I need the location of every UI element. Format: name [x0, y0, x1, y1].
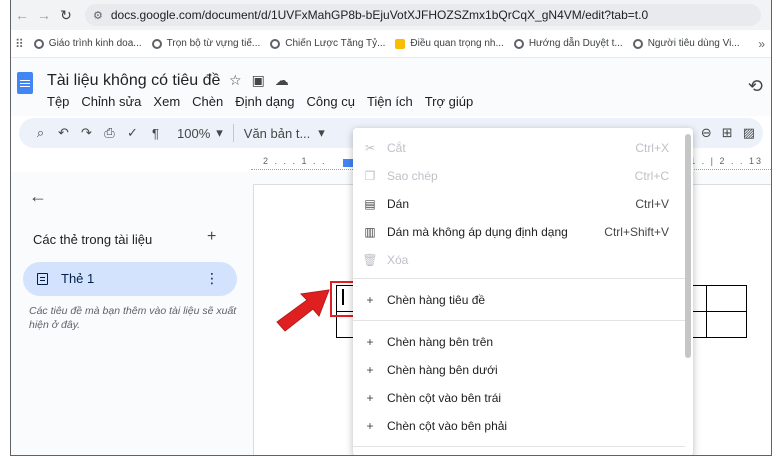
- insert-link-icon[interactable]: ⊖: [701, 125, 712, 141]
- globe-icon: [513, 38, 524, 49]
- bookmark-item[interactable]: Giáo trình kinh doa...: [33, 38, 142, 49]
- url-text: docs.google.com/document/d/1UVFxMahGP8b-…: [110, 8, 649, 22]
- menu-edit[interactable]: Chỉnh sửa: [81, 94, 141, 109]
- menu-item-insert-row-below[interactable]: + Chèn hàng bên dưới: [353, 356, 685, 384]
- trash-icon: 🗑: [362, 253, 378, 267]
- move-folder-icon[interactable]: ▣: [252, 72, 265, 89]
- more-bookmarks-icon[interactable]: »: [758, 37, 771, 51]
- menu-file[interactable]: Tệp: [47, 94, 69, 109]
- menu-item-copy[interactable]: ❐ Sao chép Ctrl+C: [353, 162, 685, 190]
- redo-icon[interactable]: ↷: [75, 125, 98, 141]
- toolbar-divider: [232, 124, 234, 142]
- reload-icon[interactable]: ↻: [55, 7, 77, 24]
- document-title[interactable]: Tài liệu không có tiêu đề: [47, 72, 220, 90]
- zoom-select[interactable]: 100% ▾: [177, 125, 223, 141]
- docs-logo-icon[interactable]: [17, 72, 33, 94]
- menu-divider: [353, 278, 685, 279]
- menu-insert[interactable]: Chèn: [192, 94, 223, 109]
- table-cell[interactable]: [706, 285, 747, 312]
- menu-item-insert-header-row[interactable]: + Chèn hàng tiêu đề: [353, 286, 685, 314]
- tab-item-1[interactable]: Thẻ 1 ⋮: [23, 262, 237, 296]
- tab-label: Thẻ 1: [61, 271, 95, 286]
- globe-icon: [270, 38, 281, 49]
- globe-icon: [33, 38, 44, 49]
- forward-nav-icon[interactable]: →: [33, 7, 55, 23]
- star-icon[interactable]: ☆: [229, 72, 242, 89]
- chevron-down-icon: ▾: [318, 125, 325, 140]
- chevron-down-icon: ▾: [216, 125, 223, 140]
- apps-grid-icon[interactable]: ⠿: [15, 37, 24, 51]
- plus-icon: +: [366, 363, 374, 377]
- undo-icon[interactable]: ↶: [52, 125, 75, 141]
- paragraph-style-value: Văn bản t...: [243, 125, 311, 141]
- menu-item-delete[interactable]: 🗑 Xóa: [353, 246, 685, 274]
- version-history-icon[interactable]: ⟲: [748, 76, 763, 97]
- ruler-right-ticks: 1 . | 2 . . 13: [690, 156, 763, 166]
- back-arrow-icon[interactable]: ←: [29, 186, 47, 207]
- indent-marker-icon[interactable]: [343, 159, 353, 167]
- menu-divider: [353, 446, 685, 447]
- menu-item-cut[interactable]: ✂ Cắt Ctrl+X: [353, 134, 685, 162]
- menu-extensions[interactable]: Tiện ích: [367, 94, 413, 109]
- bookmark-item[interactable]: Người tiêu dùng Vi...: [632, 38, 740, 49]
- menu-help[interactable]: Trợ giúp: [425, 94, 474, 109]
- cloud-status-icon[interactable]: ☁: [275, 72, 289, 89]
- plus-icon: +: [366, 391, 374, 405]
- plus-icon: +: [366, 293, 374, 307]
- browser-frame: ← → ↻ ⚙ docs.google.com/document/d/1UVFx…: [10, 0, 772, 456]
- plus-icon: +: [366, 335, 374, 349]
- menu-item-insert-row-above[interactable]: + Chèn hàng bên trên: [353, 328, 685, 356]
- ruler-left-ticks: 2 . . . 1 . .: [263, 156, 327, 166]
- docs-header: Tài liệu không có tiêu đề ☆ ▣ ☁ Tệp Chỉn…: [11, 58, 771, 116]
- context-menu: ✂ Cắt Ctrl+X ❐ Sao chép Ctrl+C ▤ Dán Ctr…: [353, 128, 693, 455]
- more-options-icon[interactable]: ⋮: [205, 270, 219, 287]
- globe-icon: [151, 38, 162, 49]
- sidebar-hint: Các tiêu đề mà bạn thêm vào tài liệu sẽ …: [29, 305, 237, 331]
- menu-item-insert-column-left[interactable]: + Chèn cột vào bên trái: [353, 384, 685, 412]
- zoom-value: 100%: [177, 125, 211, 141]
- address-bar: ← → ↻ ⚙ docs.google.com/document/d/1UVFx…: [11, 0, 771, 30]
- menu-divider: [353, 320, 685, 321]
- bookmark-item[interactable]: Chiến Lược Tăng Tỷ...: [270, 38, 385, 49]
- paragraph-style-select[interactable]: Văn bản t... ▾: [244, 125, 325, 141]
- menu-bar: Tệp Chỉnh sửa Xem Chèn Định dạng Công cụ…: [47, 94, 473, 109]
- document-tab-icon: [37, 273, 48, 285]
- site-settings-icon[interactable]: ⚙: [93, 9, 103, 22]
- menu-scrollbar[interactable]: [685, 134, 691, 358]
- menu-tools[interactable]: Công cụ: [307, 94, 355, 109]
- scissors-icon: ✂: [364, 141, 376, 155]
- menu-item-paste[interactable]: ▤ Dán Ctrl+V: [353, 190, 685, 218]
- paste-icon: ▤: [364, 197, 376, 211]
- print-icon[interactable]: ⎙: [98, 125, 121, 141]
- add-tab-icon[interactable]: +: [207, 228, 216, 246]
- menu-item-paste-plain[interactable]: ▥ Dán mà không áp dụng định dạng Ctrl+Sh…: [353, 218, 685, 246]
- plus-icon: +: [366, 419, 374, 433]
- bookmark-item[interactable]: Trọn bộ từ vựng tiế...: [151, 38, 260, 49]
- spellcheck-icon[interactable]: ✓: [121, 125, 144, 141]
- search-icon[interactable]: ⌕: [29, 125, 52, 141]
- menu-format[interactable]: Định dạng: [235, 94, 294, 109]
- bookmark-item[interactable]: Hướng dẫn Duyệt t...: [513, 38, 623, 49]
- tabs-section-title: Các thẻ trong tài liệu: [33, 232, 153, 247]
- red-arrow-icon: [276, 289, 330, 332]
- paint-format-icon[interactable]: ¶: [144, 126, 167, 141]
- text-caret: [342, 289, 344, 305]
- globe-icon: [632, 38, 643, 49]
- menu-item-insert-column-right[interactable]: + Chèn cột vào bên phải: [353, 412, 685, 440]
- menu-view[interactable]: Xem: [153, 94, 180, 109]
- bookmarks-bar: ⠿ Giáo trình kinh doa... Trọn bộ từ vựng…: [11, 30, 771, 58]
- insert-image-icon[interactable]: ▨: [743, 125, 755, 141]
- url-field[interactable]: ⚙ docs.google.com/document/d/1UVFxMahGP8…: [85, 4, 761, 26]
- copy-icon: ❐: [364, 169, 376, 183]
- paste-plain-icon: ▥: [364, 225, 376, 239]
- back-nav-icon[interactable]: ←: [11, 7, 33, 23]
- bookmark-item[interactable]: Điều quan trọng nh...: [395, 38, 504, 49]
- table-cell[interactable]: [706, 311, 747, 338]
- add-comment-icon[interactable]: ⊞: [722, 125, 733, 141]
- bookmark-favicon-icon: [395, 38, 406, 49]
